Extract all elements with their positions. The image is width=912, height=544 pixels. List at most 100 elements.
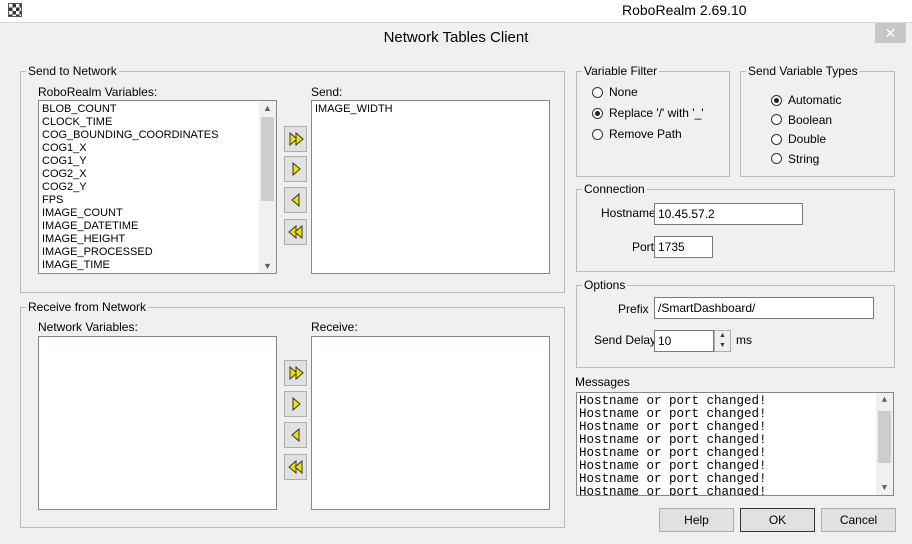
receive-add-button[interactable]: [284, 391, 307, 417]
radio-button[interactable]: [592, 107, 603, 119]
dialog-title: Network Tables Client: [383, 29, 529, 46]
scrollbar-thumb[interactable]: [261, 117, 274, 201]
port-field[interactable]: 1735: [654, 236, 713, 258]
list-item[interactable]: IMAGE_DATETIME: [39, 220, 276, 233]
scroll-up-icon[interactable]: ▲: [259, 101, 276, 115]
send_variable_types-option[interactable]: Automatic: [771, 93, 841, 107]
prefix-field[interactable]: /SmartDashboard/: [654, 297, 874, 319]
receive-from-network-legend: Receive from Network: [28, 300, 147, 314]
radio-button[interactable]: [771, 114, 782, 125]
variable_filter-option[interactable]: Replace '/' with '_': [592, 106, 704, 120]
roborealm-variables-list[interactable]: BLOB_COUNT CLOCK_TIME COG_BOUNDING_COORDIN…: [38, 100, 277, 274]
help-button[interactable]: Help: [659, 508, 734, 532]
prefix-label: Prefix: [618, 302, 649, 316]
network-tables-dialog: Network Tables Client ✕ Send to Network …: [0, 22, 912, 544]
send-add-all-button[interactable]: [284, 126, 307, 152]
messages-scrollbar[interactable]: ▲ ▼: [876, 393, 893, 495]
radio-label: Automatic: [788, 93, 842, 107]
app-titlebar: RoboRealm 2.69.10: [0, 0, 912, 22]
scroll-down-icon[interactable]: ▼: [876, 481, 893, 495]
radio-button[interactable]: [592, 86, 603, 98]
receive-list[interactable]: [311, 336, 550, 510]
right-arrow-icon: [292, 162, 301, 176]
radio-label: String: [788, 151, 820, 166]
receive-remove-button[interactable]: [284, 422, 307, 448]
radio-label: Boolean: [788, 112, 833, 127]
message-line: Hostname or port changed!: [579, 485, 767, 496]
list-item[interactable]: IMAGE_HEIGHT: [39, 233, 276, 246]
hostname-label: Hostname: [601, 206, 656, 220]
left-arrow-icon: [290, 428, 299, 442]
send_variable_types-option[interactable]: Boolean: [771, 113, 832, 127]
ok-button[interactable]: OK: [740, 508, 815, 532]
send_variable_types-option[interactable]: String: [771, 152, 819, 166]
messages-log[interactable]: Hostname or port changed! Hostname or por…: [576, 392, 894, 496]
list-item[interactable]: COG1_Y: [39, 155, 276, 168]
list-item[interactable]: IMAGE_TIME: [39, 259, 276, 272]
send_variable_types-option[interactable]: Double: [771, 132, 826, 146]
receive-label: Receive:: [311, 320, 358, 334]
right-arrow-icon: [292, 397, 301, 411]
radio-label: None: [609, 85, 638, 99]
list-item[interactable]: FPS: [39, 194, 276, 207]
roborealm-variables-scrollbar[interactable]: ▲ ▼: [259, 101, 276, 273]
radio-label: Double: [788, 132, 827, 146]
list-item[interactable]: IMAGE_PROCESSED: [39, 246, 276, 259]
list-item[interactable]: BLOB_COUNT: [39, 103, 276, 116]
receive-remove-all-button[interactable]: [284, 454, 307, 480]
radio-button[interactable]: [771, 133, 782, 145]
send-delay-unit: ms: [736, 333, 752, 347]
list-item[interactable]: COG_BOUNDING_COORDINATES: [39, 129, 276, 142]
variable_filter-option[interactable]: None: [592, 85, 638, 99]
send-delay-label: Send Delay: [594, 333, 657, 347]
list-item[interactable]: COG1_X: [39, 142, 276, 155]
send-remove-all-button[interactable]: [284, 219, 307, 245]
network-variables-list[interactable]: [38, 336, 277, 510]
radio-label: Replace '/' with '_': [609, 106, 704, 120]
send-to-network-legend: Send to Network: [28, 64, 117, 78]
radio-button[interactable]: [771, 94, 782, 106]
stepper-up-icon[interactable]: ▲: [715, 331, 730, 341]
hostname-field[interactable]: 10.45.57.2: [654, 203, 803, 225]
list-item[interactable]: IMAGE_COUNT: [39, 207, 276, 220]
list-item[interactable]: IMAGE_WIDTH: [312, 103, 549, 116]
double-left-arrow-icon: [287, 225, 302, 239]
roborealm-variables-label: RoboRealm Variables:: [38, 85, 158, 99]
scroll-up-icon[interactable]: ▲: [876, 393, 893, 407]
list-item[interactable]: CLOCK_TIME: [39, 116, 276, 129]
send-remove-button[interactable]: [284, 187, 307, 213]
connection-group: Connection: [576, 182, 895, 272]
variable_filter-option[interactable]: Remove Path: [592, 127, 682, 141]
left-arrow-icon: [290, 193, 299, 207]
app-title: RoboRealm 2.69.10: [622, 2, 747, 18]
double-left-arrow-icon: [287, 460, 302, 474]
send-label: Send:: [311, 85, 343, 99]
network-variables-label: Network Variables:: [38, 320, 138, 334]
options-legend: Options: [584, 278, 626, 292]
send-list[interactable]: IMAGE_WIDTH: [311, 100, 550, 274]
radio-label: Remove Path: [609, 127, 682, 141]
stepper-down-icon[interactable]: ▼: [715, 341, 730, 351]
port-label: Port: [632, 240, 655, 254]
list-item[interactable]: COG2_X: [39, 168, 276, 181]
app-icon: [8, 3, 22, 17]
send-variable-types-legend: Send Variable Types: [748, 64, 858, 78]
double-right-arrow-icon: [289, 132, 304, 146]
radio-button[interactable]: [592, 128, 603, 140]
scroll-down-icon[interactable]: ▼: [259, 259, 276, 273]
radio-button[interactable]: [771, 153, 782, 164]
connection-legend: Connection: [584, 182, 645, 196]
variable-filter-group: Variable Filter: [576, 64, 730, 177]
variable-filter-legend: Variable Filter: [584, 64, 658, 78]
send-delay-field[interactable]: 10: [654, 330, 714, 352]
close-button[interactable]: ✕: [875, 23, 906, 43]
cancel-button[interactable]: Cancel: [821, 508, 896, 532]
scrollbar-thumb[interactable]: [878, 411, 891, 463]
messages-label: Messages: [575, 375, 630, 389]
list-item[interactable]: COG2_Y: [39, 181, 276, 194]
list-item[interactable]: MEMORY_USAGE: [39, 272, 276, 273]
send-add-button[interactable]: [284, 156, 307, 182]
send-delay-stepper[interactable]: ▲ ▼: [714, 330, 731, 352]
double-right-arrow-icon: [289, 366, 304, 380]
receive-add-all-button[interactable]: [284, 360, 307, 386]
